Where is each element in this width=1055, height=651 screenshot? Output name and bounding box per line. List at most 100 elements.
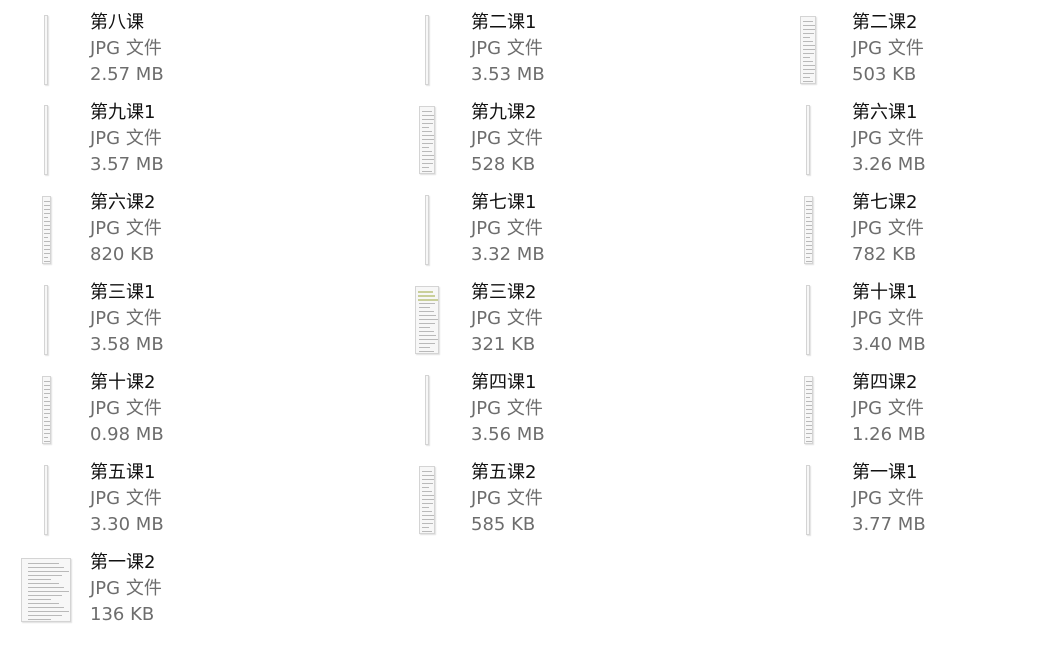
thumbnail-text-line (805, 401, 812, 402)
image-thumbnail-icon (44, 285, 48, 355)
thumbnail-text-line (421, 503, 433, 504)
file-item[interactable]: 第七课1 JPG 文件 3.32 MB (399, 190, 759, 272)
file-item[interactable]: 第五课2 JPG 文件 585 KB (399, 460, 759, 542)
file-name-label: 第五课1 (90, 462, 156, 483)
thumbnail-text-line (802, 73, 814, 74)
thumbnail-text-line (421, 511, 432, 512)
file-item[interactable]: 第三课1 JPG 文件 3.58 MB (18, 280, 378, 362)
thumbnail-text-line (805, 241, 812, 242)
thumbnail-container (399, 280, 469, 362)
image-thumbnail-icon (44, 105, 48, 175)
thumbnail-text-line (43, 429, 50, 430)
file-item[interactable]: 第五课1 JPG 文件 3.30 MB (18, 460, 378, 542)
thumbnail-text-line (421, 507, 429, 508)
file-item[interactable]: 第六课2 JPG 文件 820 KB (18, 190, 378, 272)
file-type-label: JPG 文件 (852, 38, 924, 59)
thumbnail-text-line (802, 41, 813, 42)
file-info: 第六课1 JPG 文件 3.26 MB (852, 100, 1055, 178)
file-item[interactable]: 第九课1 JPG 文件 3.57 MB (18, 100, 378, 182)
thumbnail-text-line (418, 331, 434, 332)
thumbnail-text-line (43, 205, 50, 206)
thumbnail-text-line (418, 319, 438, 320)
thumbnail-text-line (43, 217, 48, 218)
thumbnail-text-line (802, 21, 813, 22)
thumbnail-text-line (43, 433, 50, 434)
file-size-label: 820 KB (90, 244, 155, 265)
thumbnail-text-line (421, 475, 434, 476)
image-thumbnail-icon (806, 465, 810, 535)
thumbnail-text-line (43, 385, 50, 386)
thumbnail-text-line (421, 123, 433, 124)
thumbnail-text-line (805, 413, 812, 414)
file-name-label: 第一课1 (852, 462, 918, 483)
file-size-label: 1.26 MB (852, 424, 926, 445)
thumbnail-text-line (421, 531, 432, 532)
file-item[interactable]: 第三课2 JPG 文件 321 KB (399, 280, 759, 362)
thumbnail-text-line (805, 433, 812, 434)
file-name-label: 第七课1 (471, 192, 537, 213)
file-item[interactable]: 第二课2 JPG 文件 503 KB (780, 10, 1055, 92)
file-item[interactable]: 第八课 JPG 文件 2.57 MB (18, 10, 378, 92)
thumbnail-text-line (43, 261, 50, 262)
file-name-label: 第四课1 (471, 372, 537, 393)
file-info: 第三课1 JPG 文件 3.58 MB (90, 280, 370, 358)
thumbnail-text-line (802, 69, 815, 70)
file-info: 第十课1 JPG 文件 3.40 MB (852, 280, 1055, 358)
file-type-label: JPG 文件 (90, 38, 162, 59)
file-size-label: 3.26 MB (852, 154, 926, 175)
thumbnail-text-line (27, 599, 51, 600)
image-thumbnail-icon (425, 195, 429, 265)
file-item[interactable]: 第四课2 JPG 文件 1.26 MB (780, 370, 1055, 452)
file-info: 第四课2 JPG 文件 1.26 MB (852, 370, 1055, 448)
thumbnail-text-line (27, 615, 62, 616)
thumbnail-text-line (421, 499, 434, 500)
file-size-label: 3.30 MB (90, 514, 164, 535)
file-item[interactable]: 第六课1 JPG 文件 3.26 MB (780, 100, 1055, 182)
thumbnail-text-line (421, 151, 432, 152)
file-info: 第二课2 JPG 文件 503 KB (852, 10, 1055, 88)
file-name-label: 第四课2 (852, 372, 918, 393)
file-item[interactable]: 第十课1 JPG 文件 3.40 MB (780, 280, 1055, 362)
image-thumbnail-icon (44, 465, 48, 535)
thumbnail-text-line (43, 389, 50, 390)
thumbnail-text-line (421, 147, 429, 148)
thumbnail-text-line (805, 225, 812, 226)
thumbnail-text-line (802, 65, 815, 66)
thumbnail-text-line (43, 397, 48, 398)
thumbnail-container (399, 460, 469, 542)
file-item[interactable]: 第七课2 JPG 文件 782 KB (780, 190, 1055, 272)
file-item[interactable]: 第一课1 JPG 文件 3.77 MB (780, 460, 1055, 542)
thumbnail-text-line (27, 595, 62, 596)
file-info: 第十课2 JPG 文件 0.98 MB (90, 370, 370, 448)
thumbnail-text-line (27, 603, 59, 604)
file-item[interactable]: 第九课2 JPG 文件 528 KB (399, 100, 759, 182)
file-size-label: 3.77 MB (852, 514, 926, 535)
thumbnail-text-line (418, 291, 434, 293)
thumbnail-text-line (421, 523, 433, 524)
thumbnail-container (399, 10, 469, 92)
file-item[interactable]: 第四课1 JPG 文件 3.56 MB (399, 370, 759, 452)
thumbnail-text-line (43, 241, 50, 242)
thumbnail-text-line (421, 491, 432, 492)
file-info: 第三课2 JPG 文件 321 KB (471, 280, 751, 358)
file-type-label: JPG 文件 (852, 308, 924, 329)
thumbnail-text-line (27, 611, 69, 612)
file-type-label: JPG 文件 (852, 488, 924, 509)
file-size-label: 782 KB (852, 244, 917, 265)
file-info: 第六课2 JPG 文件 820 KB (90, 190, 370, 268)
thumbnail-text-line (418, 299, 438, 301)
file-item[interactable]: 第十课2 JPG 文件 0.98 MB (18, 370, 378, 452)
file-type-label: JPG 文件 (852, 398, 924, 419)
thumbnail-text-line (27, 619, 51, 620)
file-name-label: 第九课2 (471, 102, 537, 123)
file-type-label: JPG 文件 (471, 308, 543, 329)
file-size-label: 3.56 MB (471, 424, 545, 445)
thumbnail-text-line (421, 131, 432, 132)
thumbnail-text-line (418, 295, 436, 297)
file-item[interactable]: 第一课2 JPG 文件 136 KB (18, 550, 378, 632)
thumbnail-text-line (43, 405, 50, 406)
thumbnail-text-line (802, 57, 810, 58)
image-thumbnail-icon (804, 196, 813, 264)
file-item[interactable]: 第二课1 JPG 文件 3.53 MB (399, 10, 759, 92)
thumbnail-text-line (805, 261, 812, 262)
